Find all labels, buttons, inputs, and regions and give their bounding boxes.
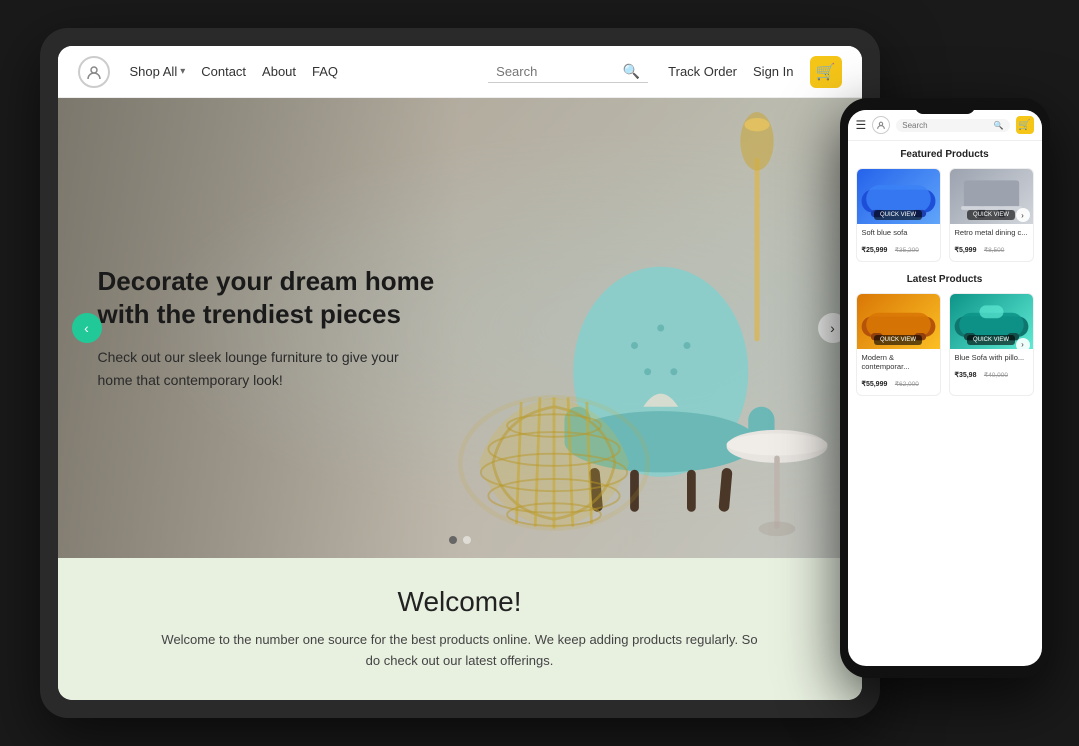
- phone-screen: ☰ 🔍 🛒 Featured Products: [848, 110, 1042, 666]
- featured-products-grid: QUICK VIEW Soft blue sofa ₹25,999 ₹35,20…: [856, 168, 1034, 262]
- phone-search-input[interactable]: [902, 121, 989, 130]
- phone-device: ☰ 🔍 🛒 Featured Products: [840, 98, 1050, 678]
- search-icon: 🔍: [623, 63, 640, 80]
- side-table-illustration: [722, 428, 832, 538]
- chevron-down-icon: ▾: [180, 66, 185, 77]
- dot-2[interactable]: [463, 536, 471, 544]
- tablet-device: Shop All ▾ Contact About FAQ 🔍 Track Ord…: [40, 28, 880, 718]
- latest-products-grid: QUICK VIEW Modern & contemporar... ₹55,9…: [856, 293, 1034, 396]
- nav-right: Track Order Sign In 🛒: [668, 56, 841, 88]
- search-bar: 🔍: [488, 61, 648, 83]
- featured-section: Featured Products: [856, 149, 1034, 262]
- latest-product-1: QUICK VIEW Modern & contemporar... ₹55,9…: [856, 293, 941, 396]
- product-info-2: Retro metal dining c... ₹5,999 ₹8,500: [950, 224, 1033, 261]
- latest-product-image-1: QUICK VIEW: [857, 294, 940, 349]
- latest-product-old-price-1: ₹62,000: [895, 381, 919, 388]
- latest-product-pricing-2: ₹35,98 ₹40,000: [955, 364, 1028, 382]
- golden-bowl-illustration: [449, 388, 659, 538]
- hero-subtitle: Check out our sleek lounge furniture to …: [98, 346, 438, 391]
- product-name-1: Soft blue sofa: [862, 228, 935, 237]
- latest-product-price-1: ₹55,999: [862, 381, 888, 388]
- logo[interactable]: [78, 56, 110, 88]
- nav-contact[interactable]: Contact: [201, 64, 246, 79]
- phone-notch: [915, 104, 975, 114]
- nav-links: Shop All ▾ Contact About FAQ: [130, 64, 469, 79]
- featured-title: Featured Products: [856, 149, 1034, 160]
- latest-product-name-2: Blue Sofa with pillo...: [955, 353, 1028, 362]
- featured-product-1: QUICK VIEW Soft blue sofa ₹25,999 ₹35,20…: [856, 168, 941, 262]
- latest-product-info-1: Modern & contemporar... ₹55,999 ₹62,000: [857, 349, 940, 395]
- tablet-screen: Shop All ▾ Contact About FAQ 🔍 Track Ord…: [58, 46, 862, 700]
- navbar: Shop All ▾ Contact About FAQ 🔍 Track Ord…: [58, 46, 862, 98]
- hero-content: Decorate your dream home with the trendi…: [58, 225, 478, 431]
- hero-dots: [449, 536, 471, 544]
- latest-product-info-2: Blue Sofa with pillo... ₹35,98 ₹40,000: [950, 349, 1033, 386]
- product-price-1: ₹25,999: [862, 247, 888, 254]
- quick-view-btn-1[interactable]: QUICK VIEW: [874, 210, 922, 220]
- product-old-price-2: ₹8,500: [984, 247, 1004, 254]
- lamp-illustration: [732, 108, 782, 358]
- latest-title: Latest Products: [856, 274, 1034, 285]
- product-name-2: Retro metal dining c...: [955, 228, 1028, 237]
- latest-next-arrow[interactable]: ›: [1016, 338, 1030, 352]
- hero-title: Decorate your dream home with the trendi…: [98, 265, 438, 330]
- product-old-price-1: ₹35,200: [895, 247, 919, 254]
- search-input[interactable]: [496, 64, 617, 79]
- latest-product-old-price-2: ₹40,000: [984, 372, 1008, 379]
- nav-about[interactable]: About: [262, 64, 296, 79]
- phone-logo[interactable]: [872, 116, 890, 134]
- phone-content: Featured Products: [848, 141, 1042, 666]
- phone-navbar: ☰ 🔍 🛒: [848, 110, 1042, 141]
- scene: Shop All ▾ Contact About FAQ 🔍 Track Ord…: [20, 18, 1060, 728]
- welcome-section: Welcome! Welcome to the number one sourc…: [58, 558, 862, 700]
- cart-button[interactable]: 🛒: [810, 56, 842, 88]
- product-pricing-1: ₹25,999 ₹35,200: [862, 239, 935, 257]
- welcome-text: Welcome to the number one source for the…: [160, 630, 760, 672]
- hero-furniture: [419, 98, 861, 558]
- quick-view-btn-4[interactable]: QUICK VIEW: [967, 335, 1015, 345]
- nav-shop-all[interactable]: Shop All ▾: [130, 64, 186, 79]
- phone-cart-button[interactable]: 🛒: [1016, 116, 1034, 134]
- dot-1[interactable]: [449, 536, 457, 544]
- nav-faq[interactable]: FAQ: [312, 64, 338, 79]
- sign-in-link[interactable]: Sign In: [753, 64, 793, 79]
- product-image-1: QUICK VIEW: [857, 169, 940, 224]
- hero-section: Decorate your dream home with the trendi…: [58, 98, 862, 558]
- quick-view-btn-3[interactable]: QUICK VIEW: [874, 335, 922, 345]
- welcome-title: Welcome!: [78, 586, 842, 618]
- track-order-link[interactable]: Track Order: [668, 64, 737, 79]
- featured-next-arrow[interactable]: ›: [1016, 208, 1030, 222]
- product-pricing-2: ₹5,999 ₹8,500: [955, 239, 1028, 257]
- latest-section: Latest Products: [856, 274, 1034, 396]
- latest-product-name-1: Modern & contemporar...: [862, 353, 935, 371]
- phone-menu-icon[interactable]: ☰: [856, 118, 867, 132]
- latest-product-price-2: ₹35,98: [955, 372, 977, 379]
- latest-product-pricing-1: ₹55,999 ₹62,000: [862, 373, 935, 391]
- prev-button[interactable]: ‹: [72, 313, 102, 343]
- phone-search-bar: 🔍: [896, 119, 1009, 132]
- quick-view-btn-2[interactable]: QUICK VIEW: [967, 210, 1015, 220]
- product-price-2: ₹5,999: [955, 247, 977, 254]
- product-info-1: Soft blue sofa ₹25,999 ₹35,200: [857, 224, 940, 261]
- phone-search-icon: 🔍: [994, 121, 1004, 130]
